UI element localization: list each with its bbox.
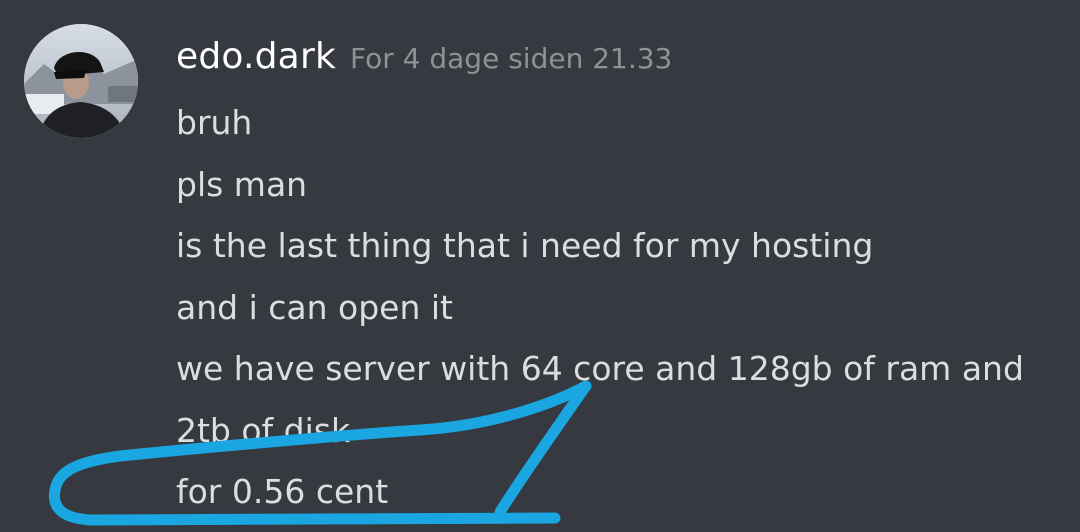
message-line: for 0.56 cent <box>176 472 389 511</box>
message-line: we have server with 64 core and 128gb of… <box>176 349 1024 388</box>
message-line: 2tb of disk <box>176 410 351 450</box>
avatar-photo-icon <box>24 24 138 138</box>
message-line: pls man <box>176 164 308 204</box>
message-content: bruh pls man is the last thing that i ne… <box>176 100 1056 531</box>
chat-message: edo.dark For 4 dage siden 21.33 bruh pls … <box>0 0 1080 532</box>
message-timestamp: For 4 dage siden 21.33 <box>350 42 673 75</box>
username[interactable]: edo.dark <box>176 36 336 77</box>
message-line: is the last thing that i need for my hos… <box>176 226 874 265</box>
user-avatar[interactable] <box>24 24 138 138</box>
message-line: and i can open it <box>176 287 453 327</box>
message-header: edo.dark For 4 dage siden 21.33 <box>176 36 672 86</box>
message-line: bruh <box>176 103 253 142</box>
